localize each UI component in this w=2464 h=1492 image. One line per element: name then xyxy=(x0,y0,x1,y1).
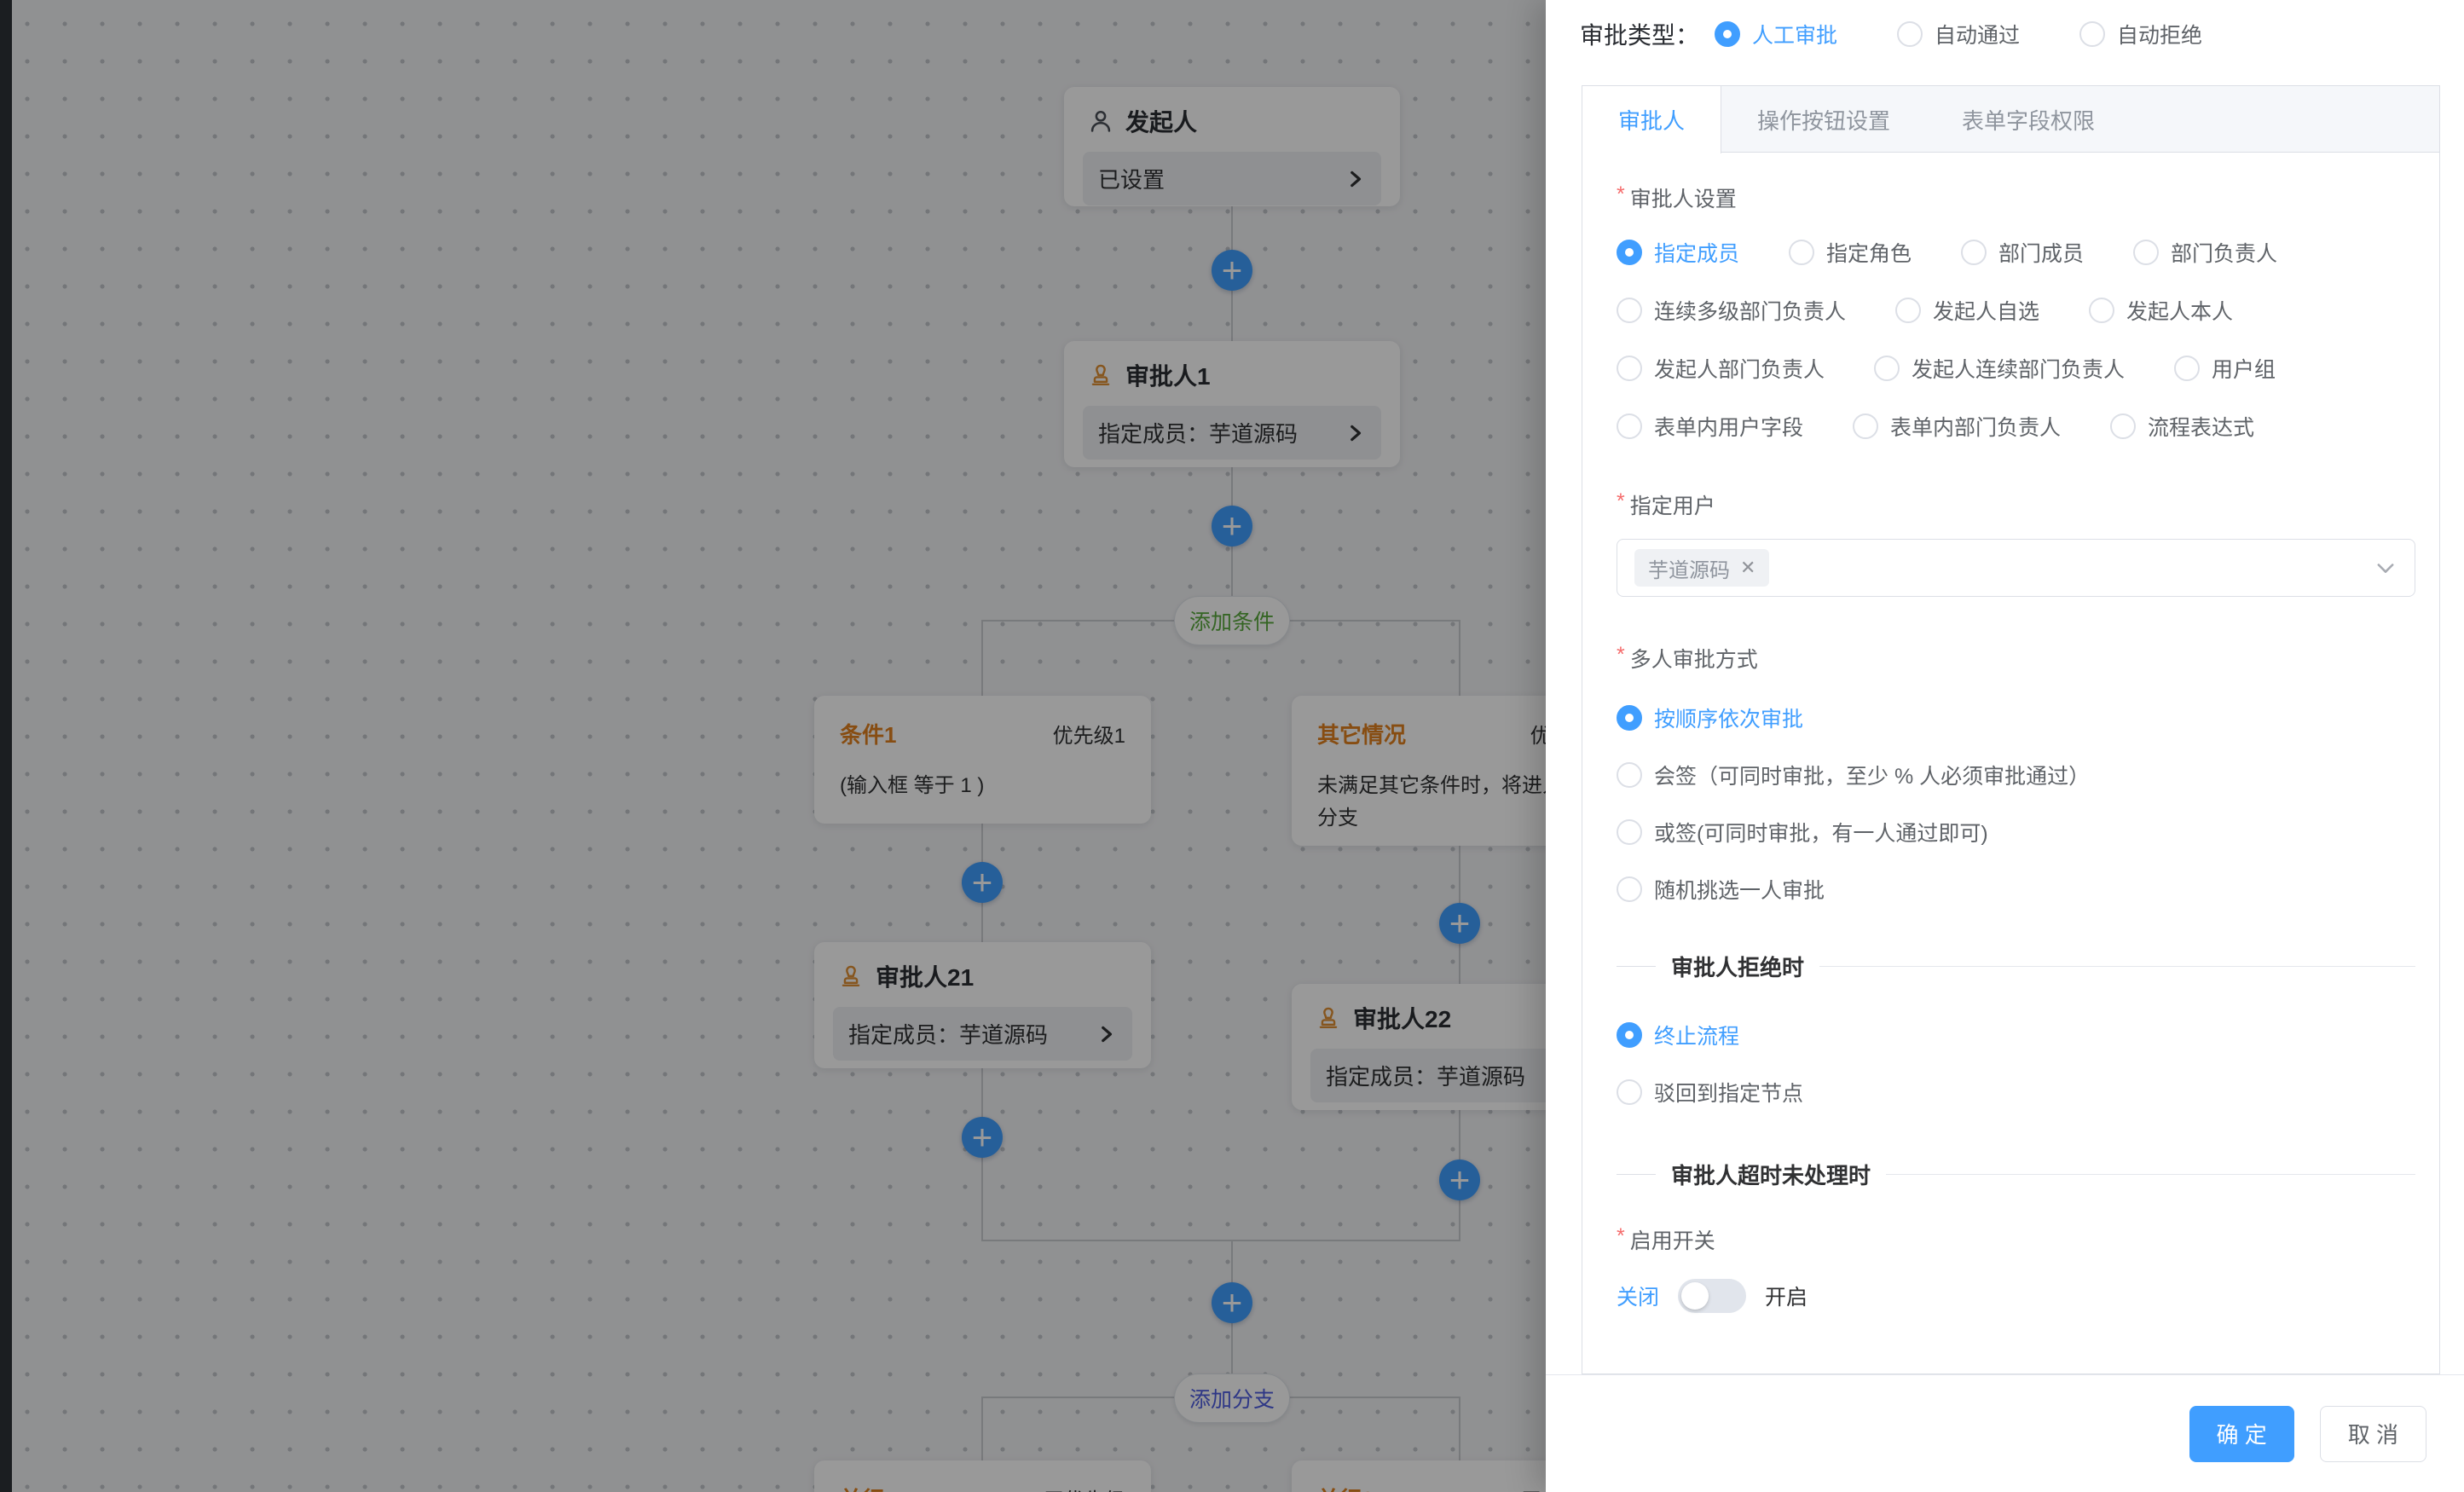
radio-selected-icon xyxy=(1617,1022,1642,1048)
radio-icon xyxy=(2079,21,2105,47)
switch-on-label: 开启 xyxy=(1765,1281,1808,1311)
approver-option-form-dept-leader[interactable]: 表单内部门负责人 xyxy=(1853,411,2061,442)
radio-icon xyxy=(1789,240,1814,265)
radio-icon xyxy=(1874,356,1900,381)
multi-mode-label: 多人审批方式 xyxy=(1617,643,2415,674)
multi-mode-option-sequential[interactable]: 按顺序依次审批 xyxy=(1617,703,2415,733)
confirm-button[interactable]: 确 定 xyxy=(2189,1406,2294,1462)
enable-toggle[interactable] xyxy=(1678,1279,1746,1313)
assigned-user-select[interactable]: 芋道源码 ✕ xyxy=(1617,539,2415,597)
approver-option-user-group[interactable]: 用户组 xyxy=(2174,353,2276,384)
radio-icon xyxy=(1617,413,1642,439)
tab-action-buttons[interactable]: 操作按钮设置 xyxy=(1721,86,1926,153)
enable-switch-row: 关闭 开启 xyxy=(1617,1279,2415,1313)
multi-mode-option-orsign[interactable]: 或签(可同时审批，有一人通过即可) xyxy=(1617,817,2415,847)
radio-selected-icon xyxy=(1617,705,1642,731)
radio-icon xyxy=(1617,876,1642,902)
radio-icon xyxy=(1897,21,1923,47)
approver-setting-label: 审批人设置 xyxy=(1617,182,2415,213)
tab-content: 审批人设置 指定成员 指定角色 部门成员 xyxy=(1582,153,2439,1331)
enable-switch-label: 启用开关 xyxy=(1617,1224,2415,1255)
chevron-down-icon xyxy=(2374,556,2397,580)
cancel-button[interactable]: 取 消 xyxy=(2320,1406,2426,1462)
radio-icon xyxy=(2110,413,2136,439)
radio-icon xyxy=(1617,298,1642,323)
reject-option-terminate[interactable]: 终止流程 xyxy=(1617,1020,2415,1050)
radio-icon xyxy=(1617,819,1642,845)
user-tag: 芋道源码 ✕ xyxy=(1634,549,1769,587)
approve-type-option-auto-reject[interactable]: 自动拒绝 xyxy=(2079,19,2202,49)
approver-option-dept-leader[interactable]: 部门负责人 xyxy=(2133,237,2277,268)
approver-option-multi-level-dept-leader[interactable]: 连续多级部门负责人 xyxy=(1617,295,1846,326)
drawer-footer: 确 定 取 消 xyxy=(1546,1374,2464,1492)
radio-icon xyxy=(1895,298,1921,323)
approver-option-dept-member[interactable]: 部门成员 xyxy=(1961,237,2084,268)
assigned-user-label: 指定用户 xyxy=(1617,489,2415,520)
approve-type-row: 审批类型： 人工审批 自动通过 自动拒绝 xyxy=(1580,17,2202,51)
reject-section-divider: 审批人拒绝时 xyxy=(1617,951,2415,982)
multi-mode-option-random[interactable]: 随机挑选一人审批 xyxy=(1617,874,2415,905)
multi-mode-option-countersign[interactable]: 会签（可同时审批，至少 % 人必须审批通过） xyxy=(1617,760,2415,790)
user-tag-label: 芋道源码 xyxy=(1648,553,1730,583)
workflow-designer: 发起人 已设置 + 审批人1 指定成员：芋道源码 xyxy=(0,0,2464,1492)
timeout-section-divider: 审批人超时未处理时 xyxy=(1617,1159,2415,1190)
radio-icon xyxy=(2133,240,2159,265)
config-tabs: 审批人 操作按钮设置 表单字段权限 审批人设置 指定成员 指定角色 xyxy=(1582,85,2440,1374)
radio-icon xyxy=(2089,298,2114,323)
switch-off-label: 关闭 xyxy=(1617,1281,1659,1311)
timeout-section-title: 审批人超时未处理时 xyxy=(1671,1159,1871,1190)
approver-option-member[interactable]: 指定成员 xyxy=(1617,237,1739,268)
radio-icon xyxy=(2174,356,2200,381)
reject-section-title: 审批人拒绝时 xyxy=(1671,951,1804,982)
radio-icon xyxy=(1617,762,1642,788)
node-config-drawer: 审批类型： 人工审批 自动通过 自动拒绝 审批人 操作按钮设置 表单字段权限 xyxy=(1546,0,2464,1492)
radio-selected-icon xyxy=(1617,240,1642,265)
approver-option-form-user-field[interactable]: 表单内用户字段 xyxy=(1617,411,1803,442)
radio-icon xyxy=(1853,413,1878,439)
approve-type-option-manual[interactable]: 人工审批 xyxy=(1715,19,1837,49)
tab-approver[interactable]: 审批人 xyxy=(1582,86,1721,153)
approver-option-starter-self[interactable]: 发起人本人 xyxy=(2089,295,2233,326)
tag-close-icon[interactable]: ✕ xyxy=(1740,558,1755,577)
approver-option-starter-multi-dept-leader[interactable]: 发起人连续部门负责人 xyxy=(1874,353,2125,384)
approver-option-starter-select[interactable]: 发起人自选 xyxy=(1895,295,2039,326)
approver-option-flow-expression[interactable]: 流程表达式 xyxy=(2110,411,2254,442)
radio-selected-icon xyxy=(1715,21,1740,47)
radio-icon xyxy=(1617,1079,1642,1105)
approve-type-label: 审批类型： xyxy=(1580,17,1699,51)
radio-icon xyxy=(1617,356,1642,381)
approver-option-role[interactable]: 指定角色 xyxy=(1789,237,1912,268)
approve-type-option-auto-pass[interactable]: 自动通过 xyxy=(1897,19,2020,49)
reject-option-return-node[interactable]: 驳回到指定节点 xyxy=(1617,1077,2415,1107)
tab-form-field-permission[interactable]: 表单字段权限 xyxy=(1926,86,2131,153)
approver-option-starter-dept-leader[interactable]: 发起人部门负责人 xyxy=(1617,353,1825,384)
tab-bar: 审批人 操作按钮设置 表单字段权限 xyxy=(1582,86,2439,153)
radio-icon xyxy=(1961,240,1987,265)
